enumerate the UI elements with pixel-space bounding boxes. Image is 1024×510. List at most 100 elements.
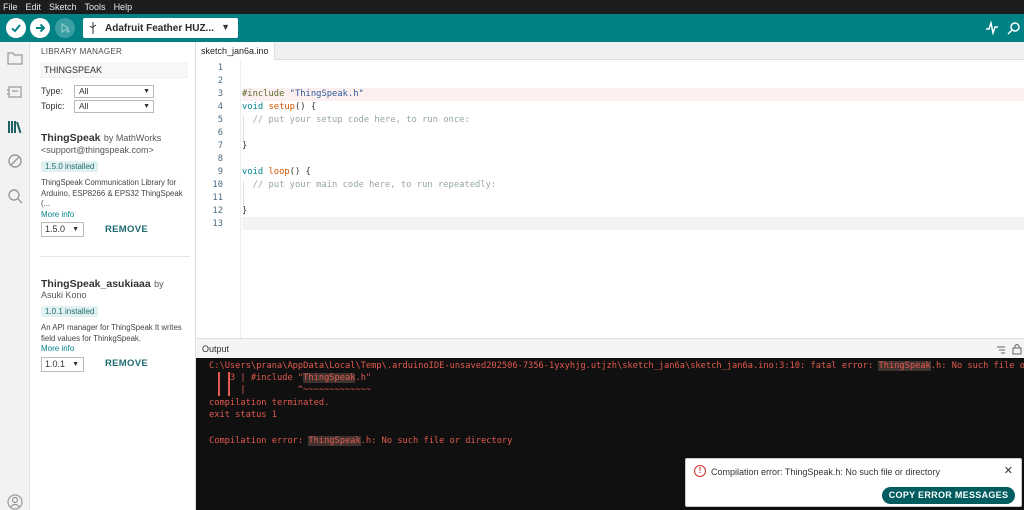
serial-monitor-button[interactable] [1004,18,1024,38]
summary-highlight: ThingSpeak [308,436,361,446]
board-name: Adafruit Feather HUZ... [105,22,214,34]
topic-filter-label: Topic: [41,101,65,111]
search-button[interactable] [5,186,25,206]
output-line: exit status 1 [209,410,277,420]
error-tail: .h: No such file or directory [930,361,1024,371]
copy-error-messages-button[interactable]: COPY ERROR MESSAGES [882,487,1015,504]
output-line: | ^~~~~~~~~~~~~~ [209,385,372,395]
chevron-down-icon: ▼ [143,88,150,95]
tab-sketch[interactable]: sketch_jan6a.ino [196,42,275,60]
line-number: 1 [217,63,223,73]
comment-token: // put your main code here, to run repea… [242,180,497,190]
checkmark-icon [11,24,21,33]
topic-filter-select[interactable]: All ▼ [74,100,154,113]
more-info-link[interactable]: More info [41,210,191,221]
error-highlight: ThingSpeak [878,361,931,371]
code-text: } [242,141,248,151]
menu-sketch[interactable]: Sketch [49,0,77,14]
indent-guide [243,116,244,140]
type-filter-select[interactable]: All ▼ [74,85,154,98]
search-icon [8,189,23,204]
library-by: by [154,279,164,289]
library-description: An API manager for ThingSpeak It writes … [41,323,182,343]
usb-icon [89,22,97,34]
code-line-9: void loop() { [242,166,1024,179]
boards-manager-button[interactable] [5,82,25,102]
line-number: 4 [217,102,223,112]
line-number: 5 [217,115,223,125]
debug-panel-button[interactable] [5,151,25,171]
editor-tabs: sketch_jan6a.ino [196,42,1024,60]
board-selector[interactable]: Adafruit Feather HUZ... ▼ [83,18,238,38]
line-number: 9 [217,167,223,177]
error-icon: ! [694,465,706,477]
close-icon[interactable]: ✕ [1004,464,1013,477]
error-notification: ! Compilation error: ThingSpeak.h: No su… [685,458,1022,507]
library-manager-title: LIBRARY MANAGER [41,47,123,56]
more-info-link[interactable]: More info [41,344,191,355]
code-editor[interactable]: 1 2 3 4 5 6 7 8 9 10 11 12 13 #include "… [196,60,1024,338]
code-text: () { [289,167,311,177]
line-number: 3 [217,89,223,99]
no-entry-icon [8,154,22,168]
code-line-3: #include "ThingSpeak.h" [242,88,1024,101]
library-author: Asuki Kono [41,290,87,300]
keyword-token: void [242,167,264,177]
summary-prefix: Compilation error: [209,436,309,446]
library-search-input[interactable] [40,62,188,78]
menu-tools[interactable]: Tools [85,0,106,14]
output-line: C:\Users\prana\AppData\Local\Temp\.ardui… [209,360,1024,372]
keyword-token: void [242,102,264,112]
line-number: 8 [217,154,223,164]
profile-button[interactable] [5,492,25,510]
code-line-5: // put your setup code here, to run once… [242,114,1024,127]
menu-file[interactable]: File [3,0,18,14]
debug-button[interactable] [55,18,75,38]
source-prefix: 3 | #include " [209,373,304,383]
version-value: 1.5.0 [45,224,66,234]
user-icon [7,494,23,510]
line-number: 6 [217,128,223,138]
notification-message: Compilation error: ThingSpeak.h: No such… [711,467,940,477]
plotter-icon [986,21,998,35]
output-line: 3 | #include "ThingSpeak.h" [209,372,371,384]
library-author-email: <support@thingspeak.com> [41,145,154,155]
lock-icon[interactable] [1012,343,1022,355]
serial-plotter-button[interactable] [982,18,1002,38]
function-token: loop [268,167,290,177]
comment-token: // put your setup code here, to run once… [242,115,470,125]
error-path: C:\Users\prana\AppData\Local\Temp\.ardui… [209,361,879,371]
chevron-down-icon: ▼ [72,226,79,233]
output-line: compilation terminated. [209,398,330,408]
menu-help[interactable]: Help [114,0,133,14]
sketchbook-button[interactable] [5,48,25,68]
verify-button[interactable] [6,18,26,38]
chevron-down-icon: ▼ [72,361,79,368]
code-line-10: // put your main code here, to run repea… [242,179,1024,192]
version-select[interactable]: 1.0.1 ▼ [41,357,84,372]
clear-output-icon[interactable] [996,343,1006,355]
arrow-right-icon [36,23,46,33]
line-number: 10 [212,180,223,190]
installed-badge: 1.0.1 installed [41,306,99,317]
output-title: Output [202,344,230,354]
output-line: Compilation error: ThingSpeak.h: No such… [209,435,512,447]
divider [40,256,190,257]
upload-button[interactable] [30,18,50,38]
line-number: 11 [212,193,223,203]
remove-button[interactable]: REMOVE [105,224,148,235]
type-filter-label: Type: [41,86,64,96]
line-number: 13 [212,219,223,229]
type-filter-value: All [79,86,89,96]
library-manager-button[interactable] [5,117,25,137]
folder-icon [7,52,23,65]
code-line-7: } [242,140,1024,153]
version-select[interactable]: 1.5.0 ▼ [41,222,84,237]
activity-bar [0,42,30,510]
library-author: by MathWorks [103,133,162,143]
line-number: 2 [217,76,223,86]
line-gutter: 1 2 3 4 5 6 7 8 9 10 11 12 13 [196,60,241,338]
remove-button[interactable]: REMOVE [105,358,148,369]
function-token: setup [268,102,295,112]
menu-edit[interactable]: Edit [26,0,42,14]
